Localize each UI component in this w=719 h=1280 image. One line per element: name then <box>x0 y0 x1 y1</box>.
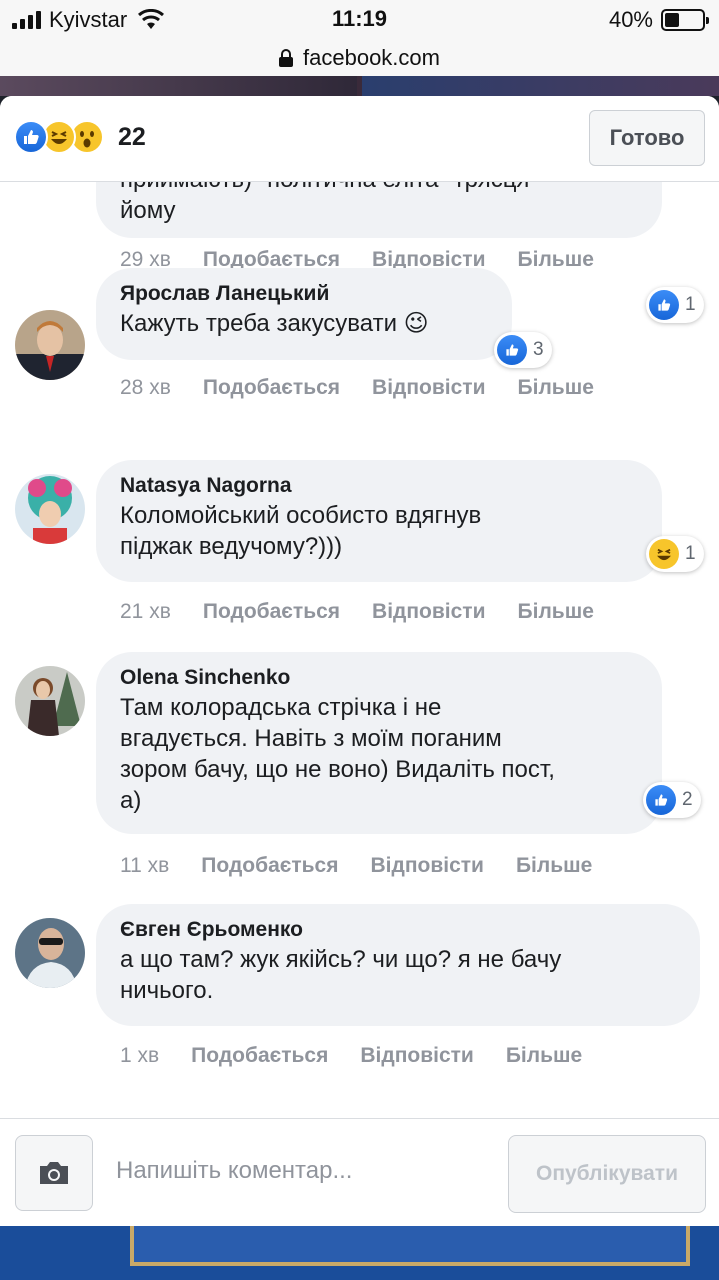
comment-time: 28 хв <box>120 376 171 399</box>
comment-bubble[interactable]: Natasya Nagorna Коломойський особисто вд… <box>96 460 662 582</box>
like-icon <box>14 120 48 154</box>
battery-icon <box>661 9 709 31</box>
more-link[interactable]: Більше <box>516 854 592 878</box>
status-bar: Kyivstar 11:19 40% <box>0 0 719 40</box>
more-link[interactable]: Більше <box>506 1044 582 1068</box>
comment-list[interactable]: приймають) "політична еліта" трясця йому… <box>0 182 719 1118</box>
like-icon <box>497 335 527 365</box>
avatar[interactable] <box>15 918 85 988</box>
like-icon <box>646 785 676 815</box>
comment-text-line: йому <box>120 197 176 224</box>
more-link[interactable]: Більше <box>518 376 594 400</box>
reaction-count: 3 <box>533 339 544 360</box>
comment-author[interactable]: Natasya Nagorna <box>120 472 638 500</box>
comment-time: 21 хв <box>120 600 171 623</box>
comment-item: Євген Єрьоменко а що там? жук якійсь? чи… <box>0 904 719 1118</box>
battery-percentage: 40% <box>608 7 653 32</box>
comment-item: Olena Sinchenko Там колорадська стрічка … <box>0 652 719 906</box>
lock-icon <box>279 49 294 67</box>
comment-bubble[interactable]: Olena Sinchenko Там колорадська стрічка … <box>96 652 662 834</box>
comment-input[interactable]: Напишіть коментар... <box>116 1157 352 1185</box>
like-link[interactable]: Подобається <box>203 600 340 624</box>
more-link[interactable]: Більше <box>518 248 594 272</box>
comment-reactions[interactable]: 1 <box>646 536 704 572</box>
comment-reactions[interactable]: 2 <box>643 782 701 818</box>
comment-text-line: зором бачу, що не воно) Видаліть пост, <box>120 756 555 783</box>
comment-item: Natasya Nagorna Коломойський особисто вд… <box>0 460 719 654</box>
publish-button[interactable]: Опублікувати <box>508 1135 706 1213</box>
comment-text-line: а) <box>120 787 142 814</box>
background-post-image <box>0 1226 719 1280</box>
reaction-count: 1 <box>685 543 696 564</box>
avatar[interactable] <box>15 474 85 544</box>
comment-time: 1 хв <box>120 1044 160 1067</box>
reply-link[interactable]: Відповісти <box>372 600 485 624</box>
avatar[interactable] <box>15 310 85 380</box>
comment-bubble[interactable]: Ярослав Ланецький Кажуть треба закусуват… <box>96 268 512 360</box>
comment-time: 11 хв <box>120 854 170 877</box>
reply-link[interactable]: Відповісти <box>360 1044 473 1068</box>
comment-reactions[interactable]: 3 <box>494 332 552 368</box>
comment-text-line: ничього. <box>120 977 214 1004</box>
camera-button[interactable] <box>15 1135 93 1211</box>
like-link[interactable]: Подобається <box>201 854 338 878</box>
comment-bubble[interactable]: Євген Єрьоменко а що там? жук якійсь? чи… <box>96 904 700 1026</box>
comment-text-line: Коломойський особисто вдягнув <box>120 502 482 529</box>
reactions-summary[interactable]: 22 <box>14 120 146 154</box>
url-bar[interactable]: facebook.com <box>0 40 719 76</box>
comment-item: Ярослав Ланецький Кажуть треба закусуват… <box>0 268 719 460</box>
comment-text-line: а що там? жук якійсь? чи що? я не бачу <box>120 946 562 973</box>
reply-link[interactable]: Відповісти <box>372 376 485 400</box>
comment-author[interactable]: Olena Sinchenko <box>120 664 638 692</box>
comment-text-line: вгадується. Навіть з моїм поганим <box>120 725 502 752</box>
reaction-count: 2 <box>682 789 693 810</box>
more-link[interactable]: Більше <box>518 600 594 624</box>
url-domain[interactable]: facebook.com <box>303 45 440 71</box>
camera-icon <box>40 1162 68 1184</box>
comment-text-line: приймають) "політична еліта" трясця <box>120 182 638 195</box>
comment-author[interactable]: Євген Єрьоменко <box>120 916 676 944</box>
comment-author[interactable]: Ярослав Ланецький <box>120 280 488 308</box>
like-link[interactable]: Подобається <box>191 1044 328 1068</box>
comment-text-line: Кажуть треба закусувати 😉 <box>120 310 429 337</box>
like-link[interactable]: Подобається <box>203 376 340 400</box>
reply-link[interactable]: Відповісти <box>370 854 483 878</box>
avatar[interactable] <box>15 666 85 736</box>
haha-icon <box>649 539 679 569</box>
modal-header: 22 Готово <box>0 96 719 182</box>
background-post-image <box>0 76 719 96</box>
comment-bubble[interactable]: приймають) "політична еліта" трясця йому <box>96 182 662 238</box>
comment-text-line: Там колорадська стрічка і не <box>120 694 442 721</box>
comments-modal: 22 Готово приймають) "політична еліта" т… <box>0 96 719 1226</box>
reaction-count: 22 <box>118 122 146 151</box>
comment-text-line: піджак ведучому?))) <box>120 533 343 560</box>
comment-composer: Напишіть коментар... Опублікувати <box>0 1118 719 1226</box>
done-button[interactable]: Готово <box>589 110 705 166</box>
